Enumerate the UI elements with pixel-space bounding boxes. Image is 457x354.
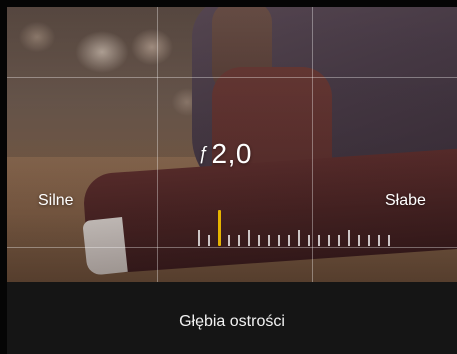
slider-tick xyxy=(328,235,330,246)
camera-screen: ƒ 2,0 Silne Słabe Głębia ostrości xyxy=(0,0,457,354)
slider-tick xyxy=(358,235,360,246)
aperture-value: 2,0 xyxy=(211,138,252,169)
depth-of-field-slider[interactable] xyxy=(198,210,408,248)
slider-tick xyxy=(378,235,380,246)
slider-tick xyxy=(208,235,210,246)
slider-tick xyxy=(248,230,250,246)
slider-thumb[interactable] xyxy=(218,210,221,246)
slider-tick xyxy=(348,230,350,246)
slider-tick xyxy=(298,230,300,246)
mode-title: Głębia ostrości xyxy=(179,313,285,330)
slider-tick xyxy=(238,235,240,246)
aperture-readout: ƒ 2,0 xyxy=(150,138,300,170)
slider-tick xyxy=(278,235,280,246)
slider-tick xyxy=(388,235,390,246)
slider-tick xyxy=(258,235,260,246)
slider-tick xyxy=(338,235,340,246)
slider-tick xyxy=(268,235,270,246)
bottom-bar: Głębia ostrości xyxy=(7,282,457,354)
aperture-f-icon: ƒ xyxy=(198,143,209,163)
weak-blur-label: Słabe xyxy=(385,192,426,209)
strong-blur-label: Silne xyxy=(38,192,74,209)
slider-tick xyxy=(308,235,310,246)
grid-line-horizontal-1 xyxy=(7,77,457,78)
slider-tick xyxy=(288,235,290,246)
slider-tick xyxy=(318,235,320,246)
slider-tick xyxy=(368,235,370,246)
slider-tick xyxy=(228,235,230,246)
slider-tick xyxy=(198,230,200,246)
